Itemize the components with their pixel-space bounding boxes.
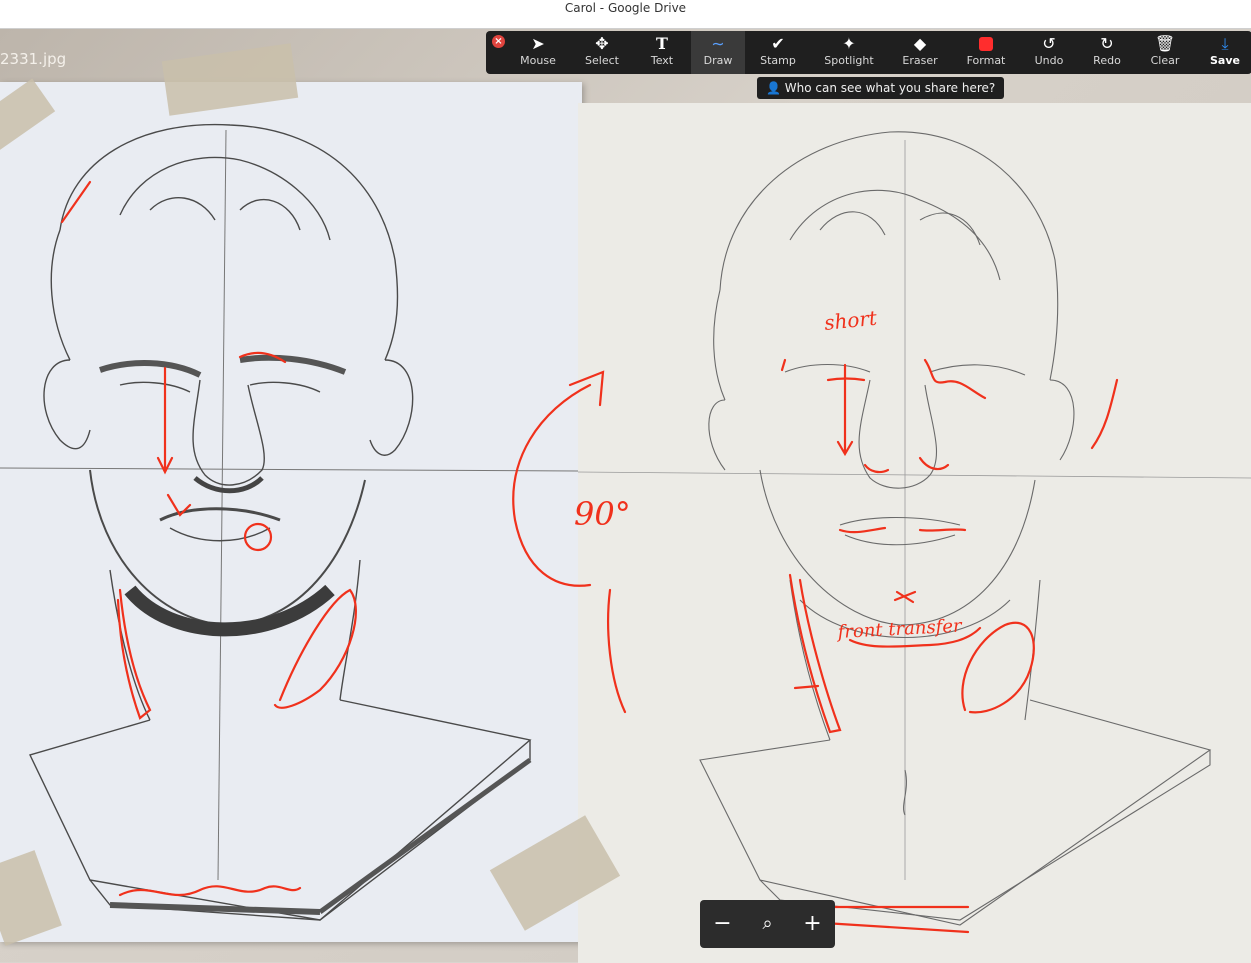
magnifier-icon[interactable]: ⌕	[745, 900, 790, 948]
undo-icon: ↺	[1042, 34, 1056, 53]
annotation-front-transfer: front transfer	[835, 615, 963, 643]
tool-stamp[interactable]: ✔ Stamp	[750, 31, 806, 74]
zoom-controls: − ⌕ +	[700, 900, 835, 948]
annotation-short: short	[823, 305, 879, 334]
window-title: Carol - Google Drive	[564, 1, 687, 15]
magic-wand-icon: ✦	[842, 34, 856, 53]
tool-mouse[interactable]: ➤ Mouse	[510, 31, 566, 74]
person-icon: 👤	[766, 81, 781, 95]
zoom-in-button[interactable]: +	[790, 900, 835, 948]
zoom-out-button[interactable]: −	[700, 900, 745, 948]
eraser-icon: ◆	[913, 34, 927, 53]
arrow-cursor-icon: ➤	[531, 34, 545, 53]
window-title-bar: Carol - Google Drive	[0, 0, 1251, 29]
tool-text[interactable]: T Text	[636, 31, 688, 74]
red-annotations	[60, 180, 1119, 934]
move-arrows-icon: ✥	[595, 34, 609, 53]
file-name-label: 2331.jpg	[0, 50, 67, 68]
tool-spotlight[interactable]: ✦ Spotlight	[816, 31, 882, 74]
tool-draw[interactable]: ∼ Draw	[691, 31, 745, 74]
tool-eraser[interactable]: ◆ Eraser	[892, 31, 948, 74]
tool-select[interactable]: ✥ Select	[574, 31, 630, 74]
checkmark-icon: ✔	[771, 34, 785, 53]
color-swatch-icon	[979, 37, 993, 51]
share-visibility-tooltip[interactable]: 👤 Who can see what you share here?	[757, 77, 1005, 99]
drawing-canvas[interactable]: short 90° front transfer	[0, 0, 1251, 962]
tool-format[interactable]: Format	[958, 31, 1014, 74]
tool-save[interactable]: ⤓ Save	[1198, 31, 1251, 74]
annotation-toolbar: × ➤ Mouse ✥ Select T Text ∼ Draw ✔ Stamp…	[486, 31, 1251, 74]
student-pencil-sketch	[577, 131, 1251, 926]
save-download-icon: ⤓	[1221, 34, 1229, 53]
reference-pencil-sketch	[0, 123, 579, 921]
trash-icon: 🗑	[1154, 34, 1176, 53]
tool-redo[interactable]: ↻ Redo	[1080, 31, 1134, 74]
tool-undo[interactable]: ↺ Undo	[1022, 31, 1076, 74]
squiggle-icon: ∼	[711, 34, 725, 53]
tool-clear[interactable]: 🗑 Clear	[1138, 31, 1192, 74]
redo-icon: ↻	[1100, 34, 1114, 53]
text-t-icon: T	[656, 34, 668, 53]
annotation-angle: 90°	[574, 495, 631, 533]
share-visibility-text: Who can see what you share here?	[784, 81, 996, 95]
